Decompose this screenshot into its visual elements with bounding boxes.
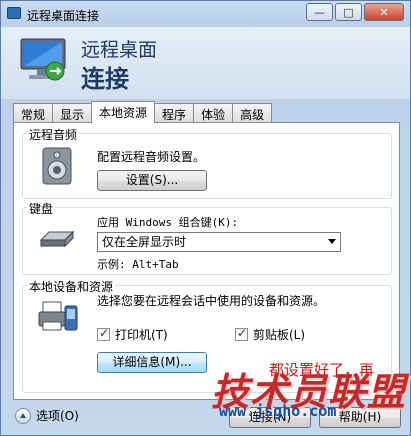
keyboard-apply-label: 应用 Windows 组合键(K): [97, 216, 239, 229]
watermark-url: www.jsgho.com [219, 402, 337, 420]
remote-desktop-app-icon [7, 7, 21, 19]
audio-settings-button[interactable]: 设置(S)... [97, 170, 207, 191]
keyboard-icon [39, 230, 75, 248]
collapse-arrow-icon [15, 407, 31, 424]
windows-key-combination-select[interactable]: 仅在全屏显示时 [97, 232, 341, 252]
tab-display[interactable]: 显示 [52, 103, 93, 123]
maximize-button[interactable]: □ [335, 3, 362, 21]
speaker-icon [42, 147, 72, 185]
checkmark-icon: ✓ [237, 326, 248, 340]
tab-strip: 常规 显示 本地资源 程序 体验 高级 [13, 101, 273, 123]
printer-checkbox[interactable]: ✓ [97, 326, 110, 341]
clipboard-checkbox-label: 剪贴板(L) [253, 328, 306, 342]
tab-programs[interactable]: 程序 [154, 103, 195, 123]
remote-desktop-window: 远程桌面连接 — □ ✕ 远程桌面 连接 常规 显示 本地资源 程序 体验 高级… [0, 0, 411, 436]
keyboard-group: 键盘 应用 Windows 组合键(K): 仅在全屏显示时 示例: Alt+Ta… [22, 200, 392, 275]
keyboard-example: 示例: Alt+Tab [97, 258, 179, 271]
printer-checkbox-row[interactable]: ✓ 打印机(T) [97, 326, 168, 343]
dropdown-arrow-icon [328, 239, 336, 244]
printer-devices-icon [38, 301, 78, 331]
keyboard-group-label: 键盘 [27, 200, 56, 217]
tab-local-resources[interactable]: 本地资源 [91, 101, 156, 123]
local-devices-description: 选择您要在远程会话中使用的设备和资源。 [97, 294, 326, 308]
windows-key-combination-value: 仅在全屏显示时 [102, 235, 187, 249]
remote-audio-group-label: 远程音频 [27, 126, 80, 143]
clipboard-checkbox-row[interactable]: ✓ 剪贴板(L) [235, 326, 305, 343]
close-button[interactable]: ✕ [364, 3, 404, 21]
options-label: 选项(O) [36, 409, 79, 423]
banner: 远程桌面 连接 [1, 27, 410, 99]
options-toggle[interactable]: 选项(O) [15, 407, 79, 424]
audio-description: 配置远程音频设置。 [97, 150, 206, 164]
details-button[interactable]: 详细信息(M)... [97, 352, 207, 373]
banner-title-line2: 连接 [81, 65, 129, 93]
title-bar[interactable]: 远程桌面连接 — □ ✕ [1, 1, 410, 27]
minimize-button[interactable]: — [306, 3, 333, 21]
tab-experience[interactable]: 体验 [193, 103, 234, 123]
banner-title-line1: 远程桌面 [81, 39, 158, 61]
tab-general[interactable]: 常规 [13, 103, 54, 123]
printer-checkbox-label: 打印机(T) [115, 328, 168, 342]
tab-advanced[interactable]: 高级 [232, 103, 273, 123]
remote-audio-group: 远程音频 配置远程音频设置。 设置(S)... [22, 126, 392, 199]
remote-monitor-icon [20, 38, 66, 81]
checkmark-icon: ✓ [99, 326, 110, 340]
window-controls: — □ ✕ [304, 3, 404, 21]
clipboard-checkbox[interactable]: ✓ [235, 326, 248, 341]
window-title: 远程桌面连接 [27, 9, 100, 23]
